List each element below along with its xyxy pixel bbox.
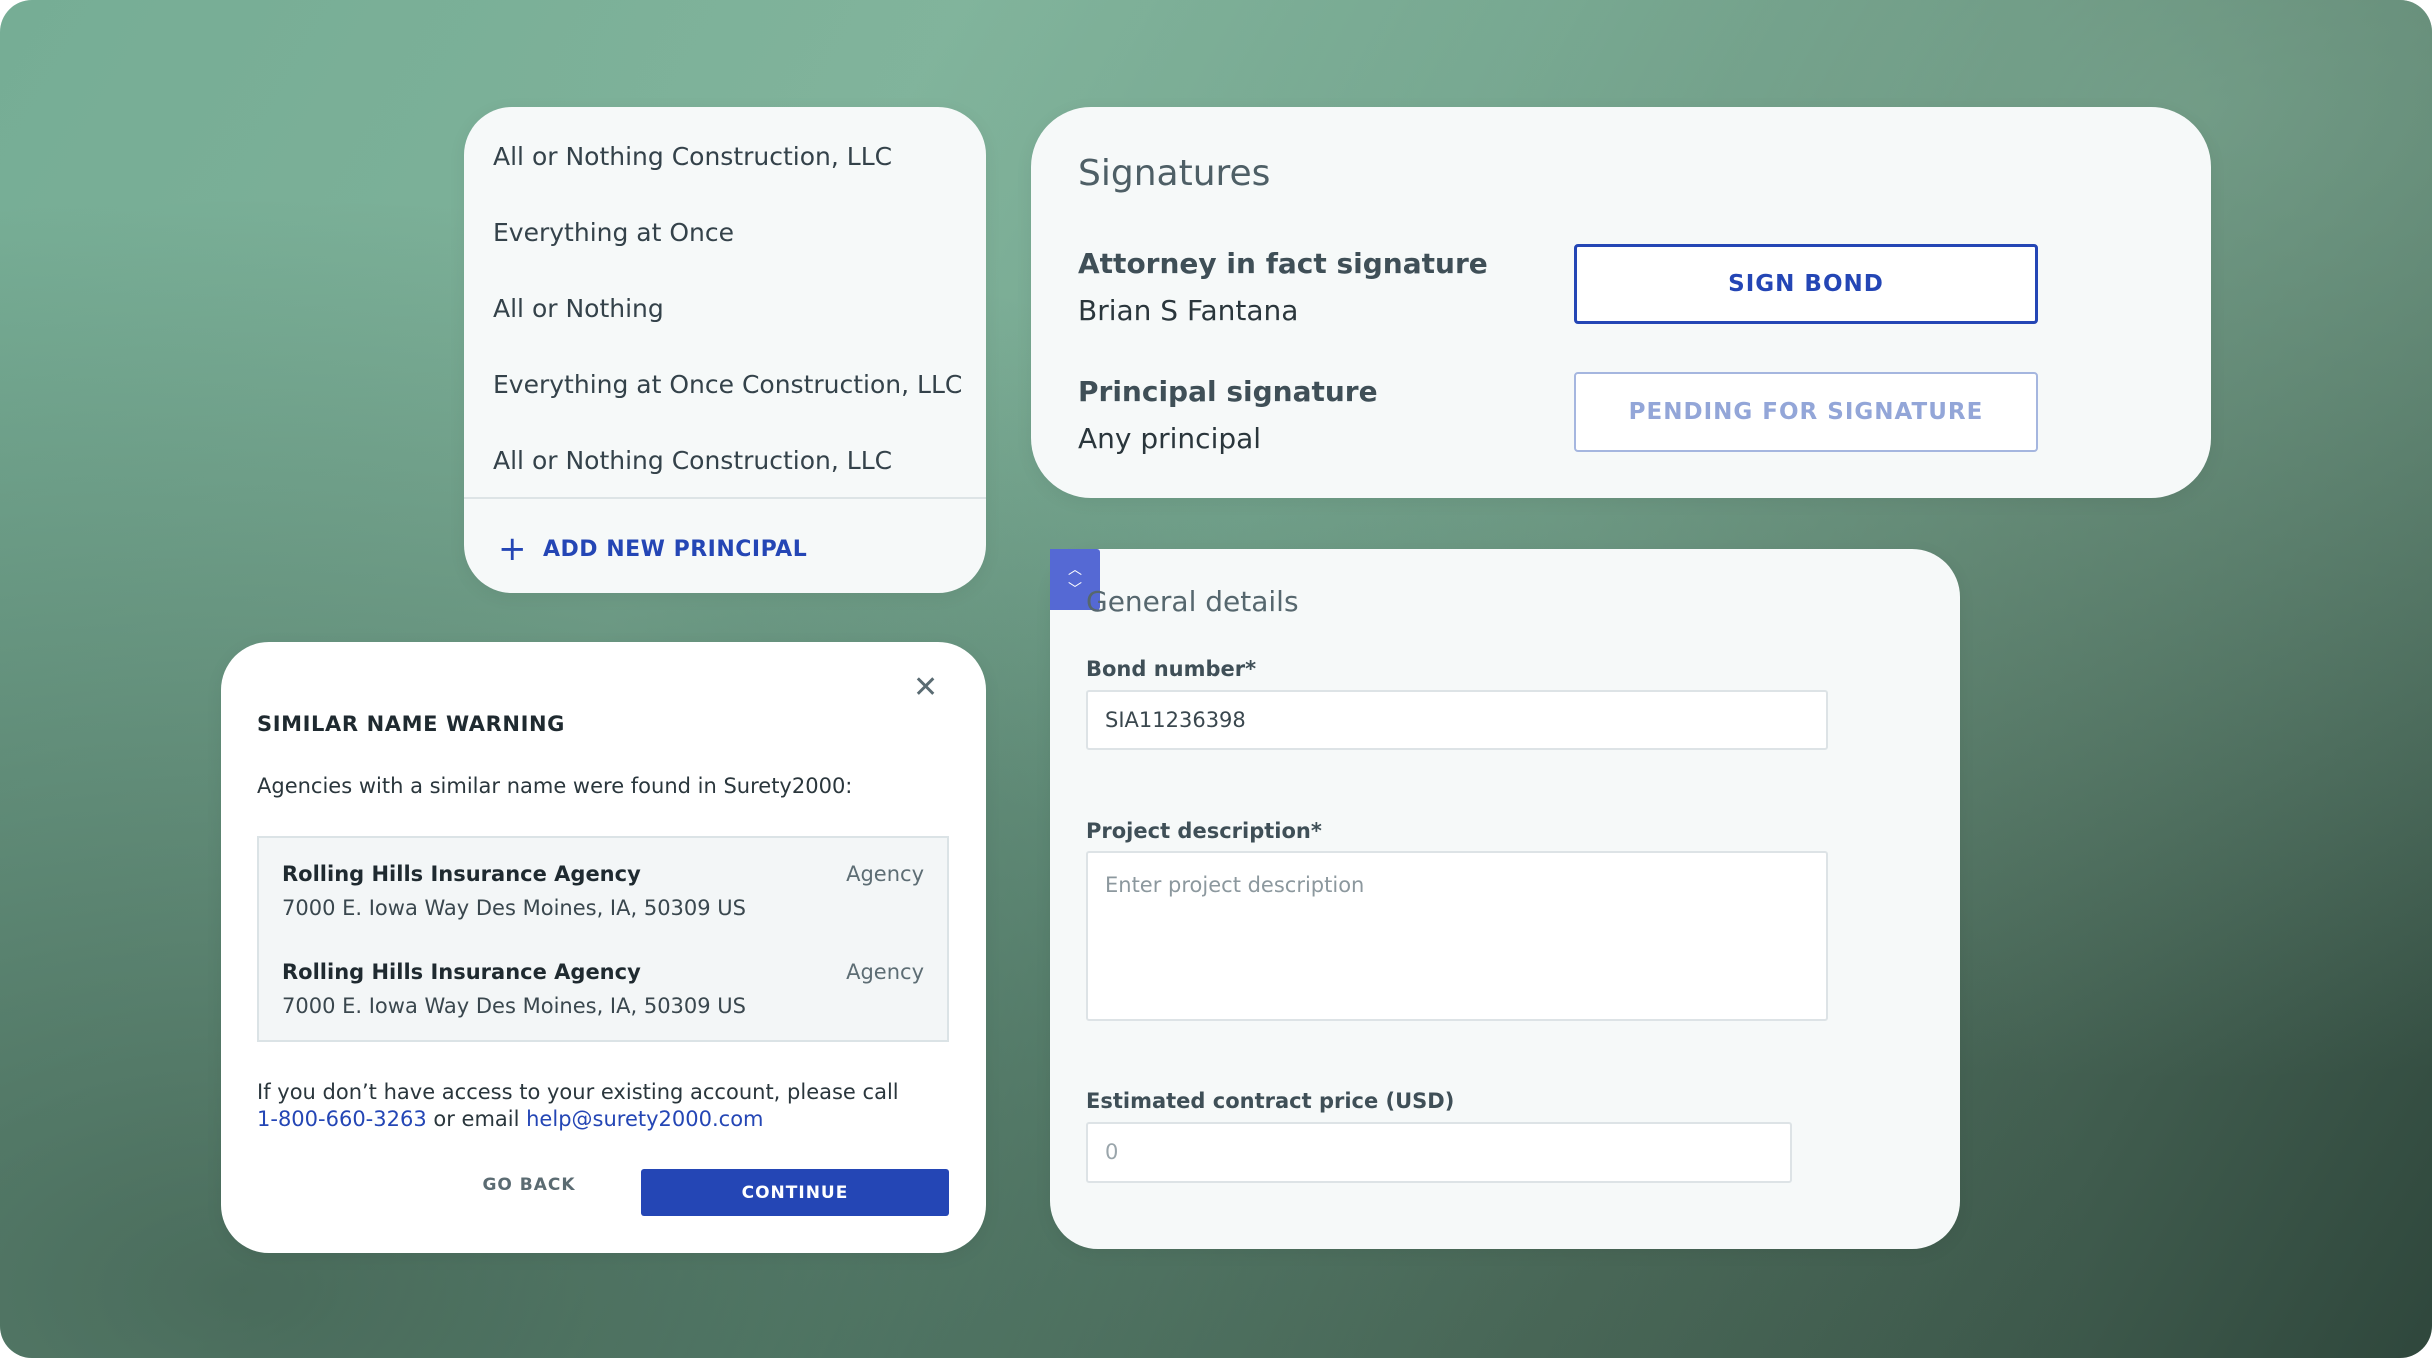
close-icon[interactable]: ✕ bbox=[913, 670, 938, 705]
sign-bond-button[interactable]: SIGN BOND bbox=[1574, 244, 2038, 324]
agency-address: 7000 E. Iowa Way Des Moines, IA, 50309 U… bbox=[282, 994, 747, 1018]
agency-item[interactable]: Rolling Hills Insurance Agency 7000 E. I… bbox=[282, 960, 924, 1018]
similar-name-warning-dialog: ✕ SIMILAR NAME WARNING Agencies with a s… bbox=[221, 642, 986, 1253]
principal-option[interactable]: Everything at Once bbox=[464, 195, 986, 271]
bond-number-input[interactable]: SIA11236398 bbox=[1086, 690, 1828, 750]
pending-for-signature-button: PENDING FOR SIGNATURE bbox=[1574, 372, 2038, 452]
project-description-textarea[interactable]: Enter project description bbox=[1086, 851, 1828, 1021]
help-mid: or email bbox=[426, 1107, 527, 1131]
chevron-up-icon[interactable]: ︿ bbox=[1068, 560, 1082, 580]
attorney-signature-row: Attorney in fact signature Brian S Fanta… bbox=[1078, 247, 1488, 327]
principal-dropdown: All or Nothing Construction, LLC Everyth… bbox=[464, 107, 986, 593]
project-description-label: Project description* bbox=[1086, 819, 1322, 843]
principal-signature-label: Principal signature bbox=[1078, 375, 1378, 408]
email-link[interactable]: help@surety2000.com bbox=[526, 1107, 763, 1131]
principal-signature-row: Principal signature Any principal bbox=[1078, 375, 1378, 455]
agency-item[interactable]: Rolling Hills Insurance Agency 7000 E. I… bbox=[282, 862, 924, 920]
signatures-title: Signatures bbox=[1078, 153, 1271, 194]
plus-icon: + bbox=[498, 529, 527, 569]
principal-option[interactable]: Everything at Once Construction, LLC bbox=[464, 347, 986, 423]
attorney-signature-label: Attorney in fact signature bbox=[1078, 247, 1488, 280]
help-prefix: If you don’t have access to your existin… bbox=[257, 1080, 899, 1104]
dialog-title: SIMILAR NAME WARNING bbox=[257, 712, 565, 736]
signatures-panel: Signatures Attorney in fact signature Br… bbox=[1031, 107, 2211, 498]
add-new-principal-label: ADD NEW PRINCIPAL bbox=[543, 536, 808, 562]
principal-name: Any principal bbox=[1078, 422, 1262, 455]
agency-name: Rolling Hills Insurance Agency bbox=[282, 960, 641, 984]
agency-name: Rolling Hills Insurance Agency bbox=[282, 862, 641, 886]
agency-list: Rolling Hills Insurance Agency 7000 E. I… bbox=[257, 836, 949, 1042]
principal-option[interactable]: All or Nothing Construction, LLC bbox=[464, 423, 986, 499]
background: All or Nothing Construction, LLC Everyth… bbox=[0, 0, 2432, 1358]
help-text: If you don’t have access to your existin… bbox=[257, 1079, 899, 1133]
contract-price-label: Estimated contract price (USD) bbox=[1086, 1089, 1455, 1113]
dialog-message: Agencies with a similar name were found … bbox=[257, 774, 853, 798]
divider bbox=[464, 497, 986, 499]
principal-option[interactable]: All or Nothing Construction, LLC bbox=[464, 119, 986, 195]
attorney-name: Brian S Fantana bbox=[1078, 294, 1299, 327]
phone-link[interactable]: 1-800-660-3263 bbox=[257, 1107, 427, 1131]
agency-type: Agency bbox=[846, 960, 924, 984]
principal-list: All or Nothing Construction, LLC Everyth… bbox=[464, 107, 986, 499]
agency-type: Agency bbox=[846, 862, 924, 886]
continue-button[interactable]: CONTINUE bbox=[641, 1169, 949, 1216]
go-back-button[interactable]: GO BACK bbox=[469, 1162, 589, 1208]
agency-address: 7000 E. Iowa Way Des Moines, IA, 50309 U… bbox=[282, 896, 747, 920]
general-details-title: General details bbox=[1086, 585, 1299, 618]
chevron-down-icon[interactable]: ﹀ bbox=[1068, 580, 1082, 600]
add-new-principal-button[interactable]: + ADD NEW PRINCIPAL bbox=[498, 525, 807, 573]
contract-price-input[interactable]: 0 bbox=[1086, 1122, 1792, 1183]
general-details-panel: General details Bond number* SIA11236398… bbox=[1050, 549, 1960, 1249]
bond-number-label: Bond number* bbox=[1086, 657, 1257, 681]
principal-option[interactable]: All or Nothing bbox=[464, 271, 986, 347]
